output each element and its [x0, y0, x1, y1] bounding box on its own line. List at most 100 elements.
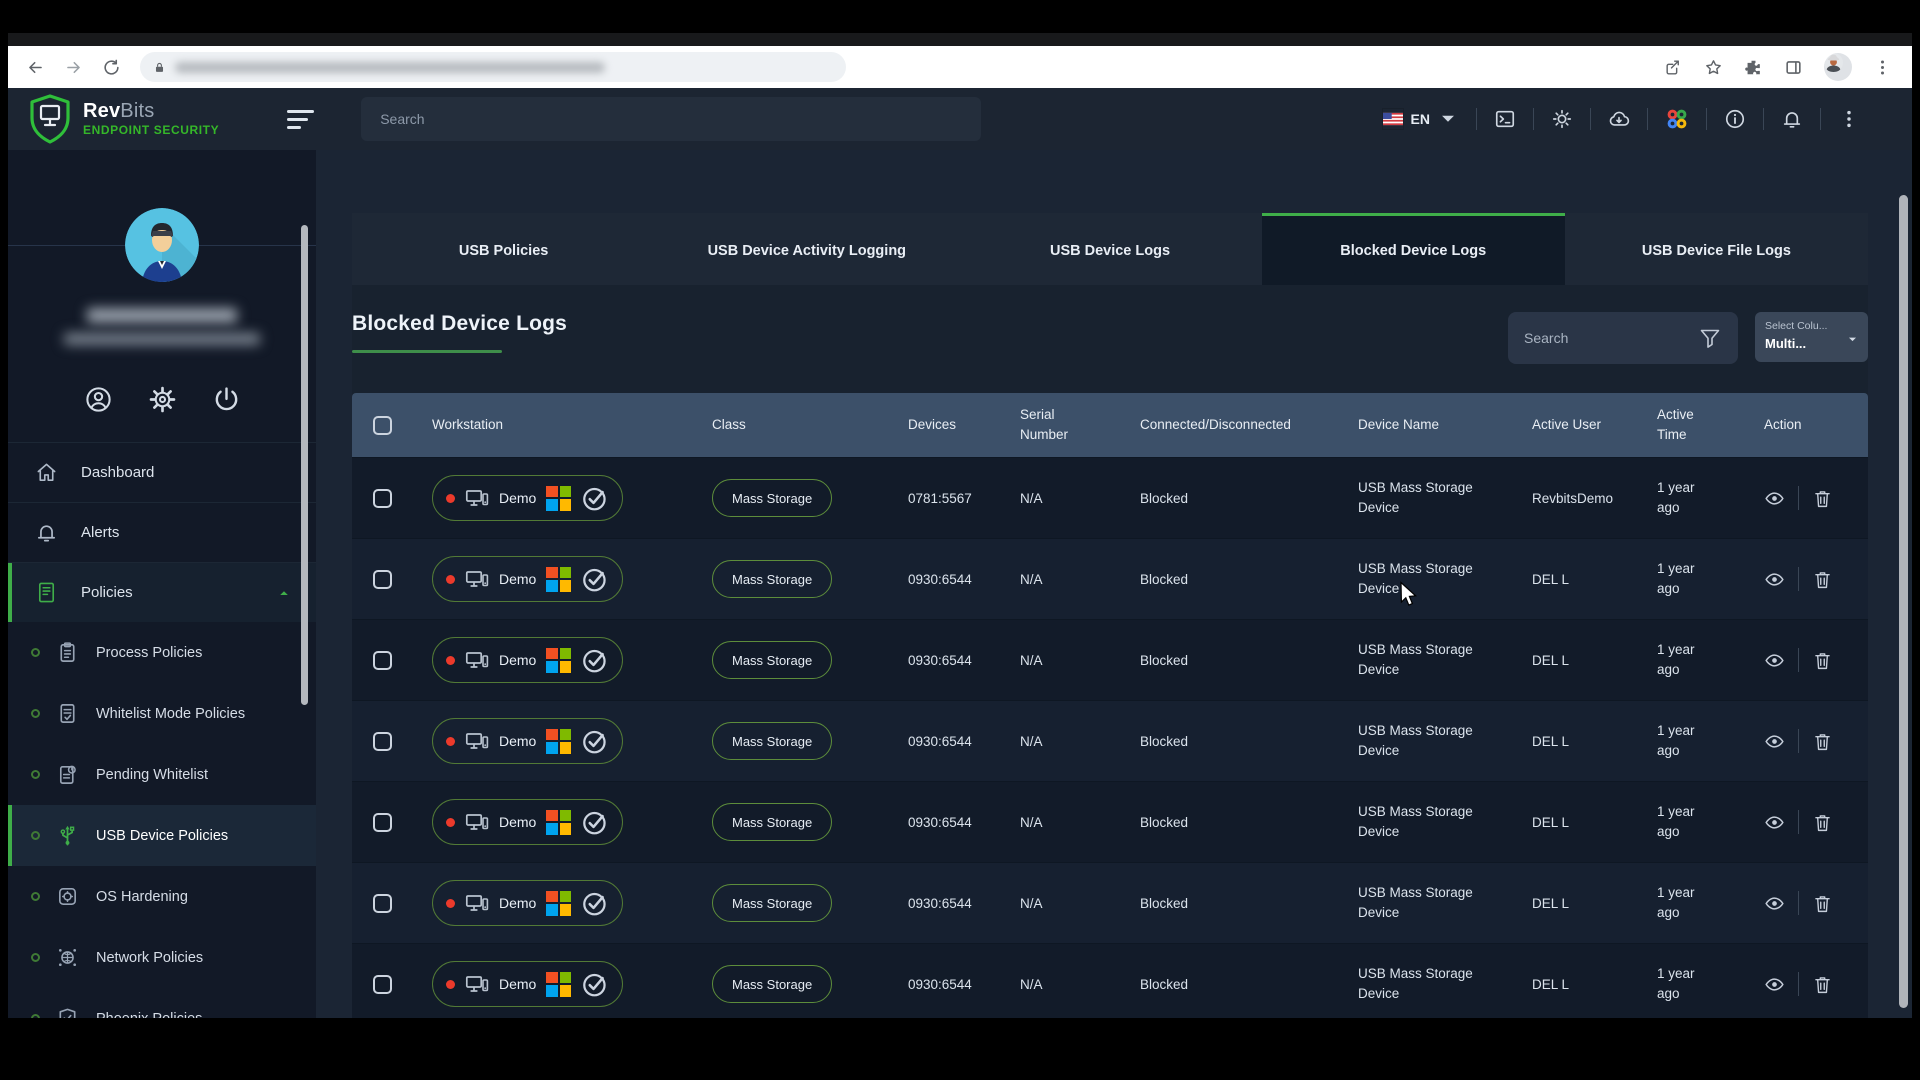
settings-gear-icon[interactable] [148, 385, 177, 414]
sidebar-item-network-policies[interactable]: Network Policies [8, 927, 316, 988]
bookmark-star-icon[interactable] [1704, 58, 1723, 77]
tab-blocked-device-logs[interactable]: Blocked Device Logs [1261, 213, 1565, 285]
view-eye-icon[interactable] [1764, 812, 1785, 833]
column-select-dropdown[interactable]: Select Colu... Multi... [1755, 312, 1868, 362]
row-checkbox[interactable] [372, 650, 392, 670]
cell-devices: 0930:6544 [908, 733, 972, 749]
workstation-pill[interactable]: Demo [432, 880, 624, 926]
view-eye-icon[interactable] [1764, 731, 1785, 752]
back-button[interactable] [22, 54, 48, 80]
cell-devices: 0930:6544 [908, 895, 972, 911]
title-underline [352, 350, 502, 353]
browser-menu-icon[interactable] [1873, 58, 1892, 77]
logout-power-icon[interactable] [212, 385, 241, 414]
theme-sun-icon[interactable] [1551, 108, 1573, 130]
table-row: Demo Mass Storage 0930:6544 N/A Blocked … [352, 862, 1868, 943]
tab-usb-device-activity-logging[interactable]: USB Device Activity Logging [655, 213, 958, 285]
browser-profile-avatar[interactable] [1824, 53, 1852, 81]
notifications-bell-icon[interactable] [1781, 108, 1803, 130]
view-eye-icon[interactable] [1764, 893, 1785, 914]
workstation-pill[interactable]: Demo [432, 799, 624, 845]
row-checkbox[interactable] [372, 893, 392, 913]
row-checkbox[interactable] [372, 731, 392, 751]
sidebar-item-label: Dashboard [81, 464, 155, 481]
view-eye-icon[interactable] [1764, 488, 1785, 509]
workstation-pill[interactable]: Demo [432, 718, 624, 764]
share-icon[interactable] [1664, 58, 1683, 77]
status-dot-icon [446, 898, 455, 908]
delete-trash-icon[interactable] [1812, 812, 1833, 833]
sidebar-item-phoenix-policies[interactable]: Phoenix Policies [8, 988, 316, 1018]
delete-trash-icon[interactable] [1812, 893, 1833, 914]
forward-button[interactable] [60, 54, 86, 80]
delete-trash-icon[interactable] [1812, 731, 1833, 752]
refresh-button[interactable] [98, 54, 124, 80]
filter-funnel-icon[interactable] [1698, 326, 1722, 350]
address-bar[interactable] [140, 52, 846, 82]
row-checkbox[interactable] [372, 812, 392, 832]
user-avatar[interactable] [125, 208, 199, 282]
row-checkbox[interactable] [372, 488, 392, 508]
global-search-input[interactable] [361, 97, 982, 141]
sidebar-item-process-policies[interactable]: Process Policies [8, 622, 316, 683]
side-panel-icon[interactable] [1784, 58, 1803, 77]
tab-usb-policies[interactable]: USB Policies [352, 213, 655, 285]
workstation-name: Demo [499, 733, 537, 749]
workstation-pill[interactable]: Demo [432, 475, 624, 521]
browser-window: RevBits ENDPOINT SECURITY EN [8, 33, 1912, 1018]
terminal-icon[interactable] [1494, 108, 1516, 130]
cloud-download-icon[interactable] [1608, 108, 1630, 130]
delete-trash-icon[interactable] [1812, 569, 1833, 590]
language-label: EN [1410, 111, 1430, 127]
sidebar-item-label: Whitelist Mode Policies [96, 705, 246, 722]
browser-tab-strip [8, 33, 1912, 46]
sidebar-item-usb-device-policies[interactable]: USB Device Policies [8, 805, 316, 866]
cell-active-time: 1 year ago [1657, 722, 1695, 758]
cell-connected-status: Blocked [1140, 652, 1189, 668]
extensions-icon[interactable] [1744, 58, 1763, 77]
delete-trash-icon[interactable] [1812, 650, 1833, 671]
delete-trash-icon[interactable] [1812, 974, 1833, 995]
workstation-pill[interactable]: Demo [432, 556, 624, 602]
document-icon [56, 702, 79, 725]
tab-usb-device-logs[interactable]: USB Device Logs [958, 213, 1261, 285]
more-menu-icon[interactable] [1838, 108, 1860, 130]
page-scrollbar[interactable] [1899, 195, 1908, 1008]
apps-grid-icon[interactable] [1665, 107, 1689, 131]
workstation-pill[interactable]: Demo [432, 961, 624, 1007]
cell-connected-status: Blocked [1140, 814, 1189, 830]
row-checkbox[interactable] [372, 569, 392, 589]
workstation-pill[interactable]: Demo [432, 637, 624, 683]
table-search-input[interactable] [1524, 330, 1698, 346]
check-circle-icon [581, 565, 609, 593]
profile-icon[interactable] [84, 385, 113, 414]
sidebar-item-os-hardening[interactable]: OS Hardening [8, 866, 316, 927]
cell-connected-status: Blocked [1140, 976, 1189, 992]
sidebar-scrollbar[interactable] [301, 225, 308, 705]
revbits-logo[interactable]: RevBits ENDPOINT SECURITY [8, 94, 219, 144]
language-selector[interactable]: EN [1381, 108, 1459, 130]
check-circle-icon [581, 484, 609, 512]
sidebar-item-pending-whitelist[interactable]: Pending Whitelist [8, 744, 316, 805]
table-body: Demo Mass Storage 0781:5567 N/A Blocked … [352, 457, 1868, 1018]
col-workstation: Workstation [432, 417, 504, 433]
delete-trash-icon[interactable] [1812, 488, 1833, 509]
select-all-checkbox[interactable] [372, 415, 392, 435]
view-eye-icon[interactable] [1764, 974, 1785, 995]
brand-name: RevBits [83, 100, 155, 122]
sidebar-menu: Dashboard Alerts Policies Process Polici… [8, 442, 316, 1018]
workstation-monitor-icon [465, 729, 489, 753]
view-eye-icon[interactable] [1764, 569, 1785, 590]
app-root: RevBits ENDPOINT SECURITY EN [8, 88, 1912, 1018]
tab-usb-device-file-logs[interactable]: USB Device File Logs [1565, 213, 1868, 285]
cell-connected-status: Blocked [1140, 895, 1189, 911]
row-checkbox[interactable] [372, 974, 392, 994]
sidebar-item-whitelist-mode-policies[interactable]: Whitelist Mode Policies [8, 683, 316, 744]
sidebar-toggle-icon[interactable] [287, 109, 315, 129]
sidebar-item-alerts[interactable]: Alerts [8, 502, 316, 562]
sidebar-item-dashboard[interactable]: Dashboard [8, 442, 316, 502]
info-icon[interactable] [1724, 108, 1746, 130]
row-actions [1744, 972, 1868, 996]
sidebar-item-policies[interactable]: Policies [8, 562, 316, 622]
view-eye-icon[interactable] [1764, 650, 1785, 671]
